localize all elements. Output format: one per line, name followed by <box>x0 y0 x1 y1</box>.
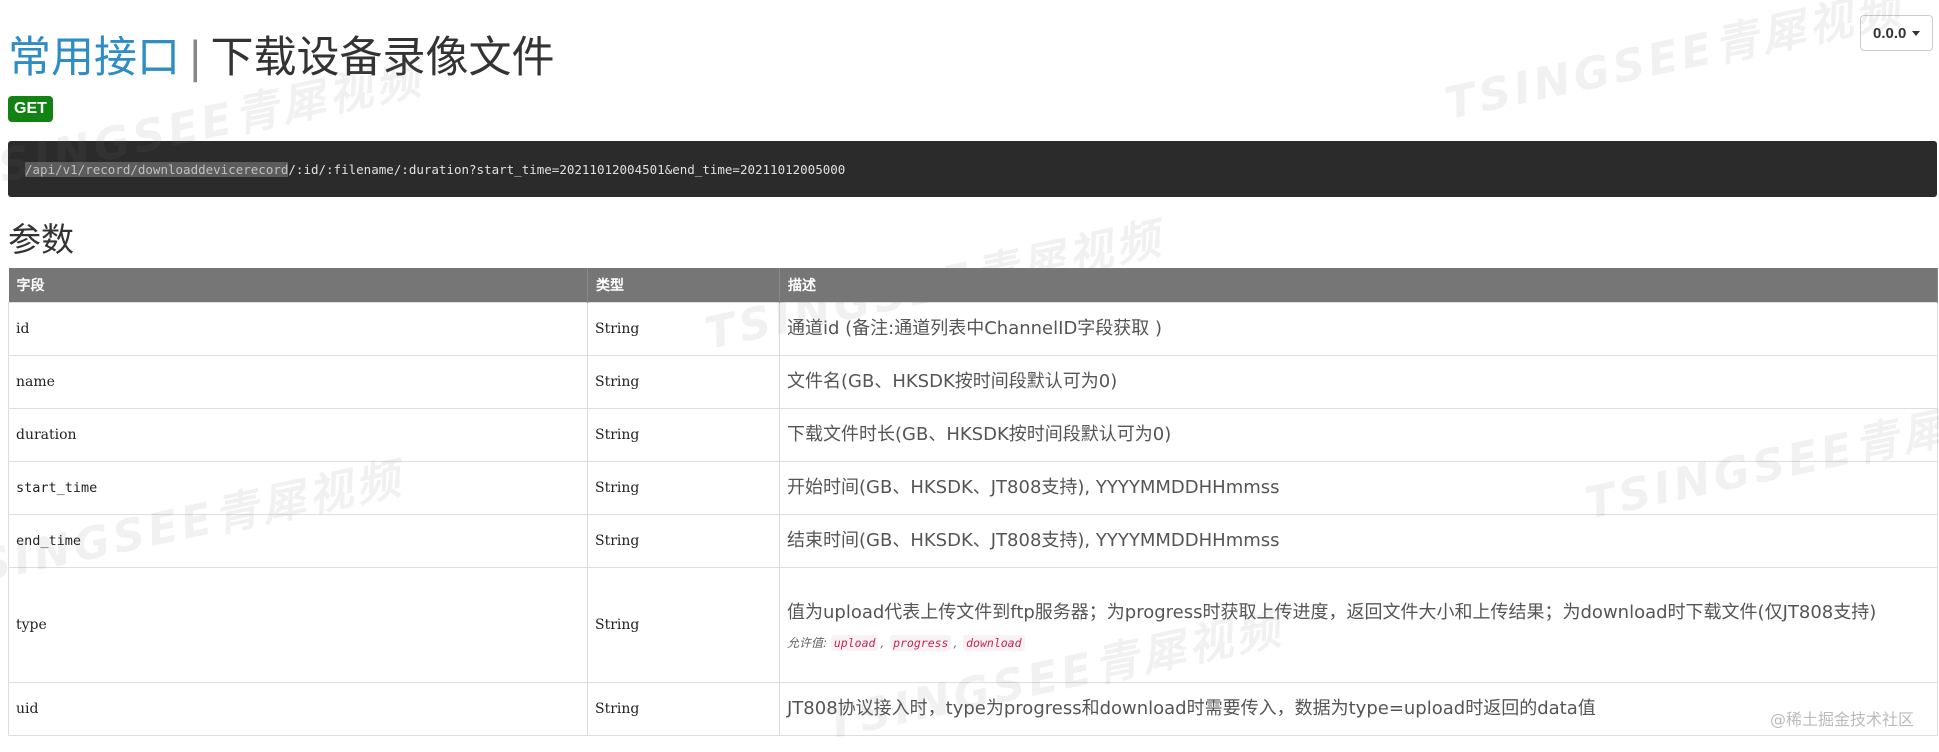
param-desc-cell: 值为upload代表上传文件到ftp服务器；为progress时获取上传进度，返… <box>779 566 1938 683</box>
param-desc: 通道id (备注:通道列表中ChannelID字段获取 ) <box>779 301 1938 356</box>
page-title: 常用接口 | 下载设备录像文件 <box>8 30 555 86</box>
param-field: duration <box>8 407 588 462</box>
caret-down-icon <box>1912 30 1921 36</box>
param-field: type <box>8 566 588 683</box>
method-badge: GET <box>8 96 53 122</box>
param-desc: 值为upload代表上传文件到ftp服务器；为progress时获取上传进度，返… <box>787 601 1877 623</box>
param-field: id <box>8 301 588 356</box>
param-desc: 结束时间(GB、HKSDK、JT808支持), YYYYMMDDHHmmss <box>779 513 1938 568</box>
param-type: String <box>587 407 780 462</box>
param-desc: 文件名(GB、HKSDK按时间段默认可为0) <box>779 354 1938 409</box>
table-row: end_time String 结束时间(GB、HKSDK、JT808支持), … <box>8 513 1938 568</box>
param-desc: 开始时间(GB、HKSDK、JT808支持), YYYYMMDDHHmmss <box>779 460 1938 515</box>
table-row: start_time String 开始时间(GB、HKSDK、JT808支持)… <box>8 460 1938 515</box>
param-field: uid <box>8 681 588 736</box>
params-table: 字段 类型 描述 id String 通道id (备注:通道列表中Channel… <box>8 268 1938 736</box>
param-field: start_time <box>8 460 588 515</box>
table-row: name String 文件名(GB、HKSDK按时间段默认可为0) <box>8 354 1938 409</box>
param-desc: 下载文件时长(GB、HKSDK按时间段默认可为0) <box>779 407 1938 462</box>
params-heading: 参数 <box>8 220 74 259</box>
allowed-value: upload <box>830 634 879 651</box>
title-name: 下载设备录像文件 <box>210 33 555 83</box>
table-row: duration String 下载文件时长(GB、HKSDK按时间段默认可为0… <box>8 407 1938 462</box>
param-field: name <box>8 354 588 409</box>
url-bar: /api/v1/record/downloaddevicerecord/:id/… <box>8 141 1937 197</box>
header-type: 类型 <box>587 268 780 302</box>
header-field: 字段 <box>8 268 588 302</box>
credit-watermark: @稀土掘金技术社区 <box>1770 710 1915 729</box>
param-type: String <box>587 681 780 736</box>
table-row: id String 通道id (备注:通道列表中ChannelID字段获取 ) <box>8 301 1938 356</box>
param-type: String <box>587 354 780 409</box>
url-rest: /:id/:filename/:duration?start_time=2021… <box>288 161 846 177</box>
allowed-value: progress <box>890 634 952 651</box>
watermark: TSINGSEE青犀视频 <box>1440 0 1908 130</box>
table-row: uid String JT808协议接入时，type为progress和down… <box>8 681 1938 736</box>
url-highlighted: /api/v1/record/downloaddevicerecord <box>25 161 289 177</box>
title-group: 常用接口 <box>8 33 180 83</box>
param-type: String <box>587 513 780 568</box>
title-separator: | <box>188 33 203 83</box>
table-header-row: 字段 类型 描述 <box>8 268 1938 302</box>
param-desc: JT808协议接入时，type为progress和download时需要传入，数… <box>779 681 1938 736</box>
param-field: end_time <box>8 513 588 568</box>
allowed-label: 允许值: <box>787 635 828 650</box>
version-dropdown[interactable]: 0.0.0 <box>1860 15 1934 51</box>
allowed-value: download <box>963 634 1025 651</box>
version-label: 0.0.0 <box>1873 24 1907 42</box>
param-type: String <box>587 460 780 515</box>
header-desc: 描述 <box>779 268 1938 302</box>
param-type: String <box>587 566 780 683</box>
param-type: String <box>587 301 780 356</box>
table-row: type String 值为upload代表上传文件到ftp服务器；为progr… <box>8 566 1938 683</box>
allowed-values: 允许值: upload, progress, download <box>787 634 1930 652</box>
